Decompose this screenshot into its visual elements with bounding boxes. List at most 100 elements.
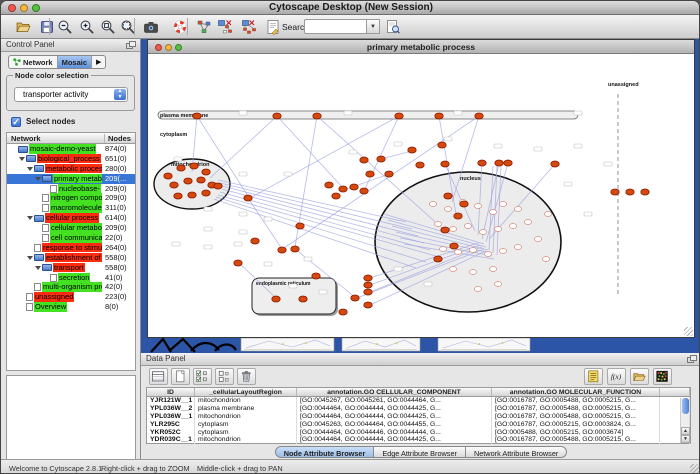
graph-edge[interactable] [381, 151, 412, 159]
graph-node[interactable] [291, 246, 299, 252]
graph-node[interactable] [551, 161, 559, 167]
expand-arrow-icon[interactable] [19, 157, 25, 161]
scrollbar-thumb[interactable] [682, 398, 689, 414]
advanced-search-button[interactable] [384, 17, 404, 37]
tree-row-multi-organism-pro[interactable]: multi-organism pro42(0) [7, 282, 135, 292]
graph-node[interactable] [278, 247, 286, 253]
table-scrollbar[interactable]: ▲ ▼ [680, 398, 689, 443]
graph-node[interactable] [364, 282, 372, 288]
graph-node-outlined[interactable] [479, 230, 486, 235]
graph-node-outlined[interactable] [444, 207, 451, 212]
graph-node-outlined[interactable] [474, 287, 481, 292]
attr-list-button[interactable] [584, 368, 603, 385]
tree-row-mosaic-demo-yeast[interactable]: mosaic-demo-yeast874(0) [7, 144, 135, 154]
select-nodes-checkbox[interactable] [11, 117, 21, 127]
zoom-out-button[interactable] [56, 17, 76, 37]
graph-edge[interactable] [317, 116, 442, 228]
window-resize-grip[interactable] [690, 464, 700, 474]
graph-node[interactable] [460, 201, 468, 207]
attr-new-button[interactable] [171, 368, 190, 385]
graph-node[interactable] [611, 189, 619, 195]
graph-node[interactable] [475, 113, 483, 119]
graph-node[interactable] [332, 193, 340, 199]
graph-node[interactable] [450, 243, 458, 249]
graph-node[interactable] [197, 177, 205, 183]
graph-node-outlined[interactable] [499, 249, 506, 254]
graph-node-outlined[interactable] [514, 207, 521, 212]
graph-node[interactable] [174, 193, 182, 199]
network-window-titlebar[interactable]: primary metabolic process [148, 40, 694, 54]
graph-edge[interactable] [364, 116, 399, 191]
tree-row-unassigned[interactable]: unassigned223(0) [7, 292, 135, 302]
attr-matrix-button[interactable] [653, 368, 672, 385]
graph-node-outlined[interactable] [454, 250, 461, 255]
tree-row-cellular-metabo[interactable]: cellular metabo209(0) [7, 223, 135, 233]
attribute-table[interactable]: ID_cellularLayoutRegionannotation.GO CEL… [146, 387, 691, 444]
column-header-id[interactable]: ID [147, 388, 195, 396]
column-header--cellularlayoutregion[interactable]: _cellularLayoutRegion [195, 388, 297, 396]
graph-node-outlined[interactable] [469, 248, 476, 253]
graph-node[interactable] [312, 273, 320, 279]
graph-node-outlined[interactable] [464, 224, 471, 229]
graph-node-outlined[interactable] [524, 220, 531, 225]
graph-node[interactable] [296, 223, 304, 229]
network-tree-header[interactable]: Network Nodes [7, 133, 135, 144]
graph-node-outlined[interactable] [509, 224, 516, 229]
zoom-selected-button[interactable] [119, 17, 139, 37]
network-view-window[interactable]: primary metabolic process plasma membran… [147, 39, 695, 338]
table-row-ylr295c[interactable]: YLR295Ccytoplasm[GO:0045263, GO:0044464,… [147, 421, 690, 429]
graph-node[interactable] [244, 195, 252, 201]
search-dropdown-button[interactable]: ▼ [367, 19, 380, 34]
graph-node-outlined[interactable] [542, 257, 549, 262]
float-panel-icon[interactable] [126, 41, 136, 50]
attribute-table-header[interactable]: ID_cellularLayoutRegionannotation.GO CEL… [147, 388, 690, 397]
scroll-up-icon[interactable]: ▲ [681, 427, 690, 435]
tab-node-attribute-browser[interactable]: Node Attribute Browser [275, 446, 375, 458]
graph-node[interactable] [339, 186, 347, 192]
graph-node-outlined[interactable] [494, 282, 501, 287]
graph-node[interactable] [360, 188, 368, 194]
expand-arrow-icon[interactable] [27, 256, 33, 260]
graph-node[interactable] [193, 113, 201, 119]
graph-node[interactable] [504, 160, 512, 166]
search-input[interactable] [304, 19, 367, 34]
attr-table-button[interactable] [149, 368, 168, 385]
graph-node-outlined[interactable] [429, 202, 436, 207]
graph-node-outlined[interactable] [449, 227, 456, 232]
column-header-annotation-go-molecular-function[interactable]: annotation.GO MOLECULAR_FUNCTION [492, 388, 660, 396]
graph-node-outlined[interactable] [489, 210, 496, 215]
node-color-dropdown[interactable]: transporter activity ▲▼ [14, 87, 128, 102]
modify-network-button[interactable] [216, 17, 236, 37]
graph-svg[interactable]: plasma membranecytoplasmmitochondrionnuc… [148, 54, 694, 337]
table-row-ypl036w__2[interactable]: YPL036W__2plasma membrane[GO:0044464, GO… [147, 405, 690, 413]
tree-row-nucleobase-[interactable]: nucleobase-209(0) [7, 184, 135, 194]
tab-overflow-button[interactable]: ▶ [92, 56, 105, 68]
graph-node-outlined[interactable] [534, 237, 541, 242]
graph-node[interactable] [478, 160, 486, 166]
tree-row-transport[interactable]: transport558(0) [7, 263, 135, 273]
graph-node[interactable] [641, 189, 649, 195]
open-file-button[interactable] [14, 17, 34, 37]
graph-node[interactable] [416, 162, 424, 168]
graph-node[interactable] [313, 113, 321, 119]
graph-node-outlined[interactable] [499, 202, 506, 207]
network-canvas[interactable]: plasma membranecytoplasmmitochondrionnuc… [148, 54, 694, 337]
graph-node[interactable] [350, 184, 358, 190]
annotation-button[interactable] [264, 17, 284, 37]
tab-network-attribute-browser[interactable]: Network Attribute Browser [466, 446, 567, 458]
graph-node-outlined[interactable] [514, 245, 521, 250]
graph-node[interactable] [435, 113, 443, 119]
graph-node[interactable] [377, 156, 385, 162]
graph-node-outlined[interactable] [544, 212, 551, 217]
graph-node[interactable] [214, 183, 222, 189]
graph-node[interactable] [395, 113, 403, 119]
graph-node[interactable] [364, 289, 372, 295]
graph-node-outlined[interactable] [489, 267, 496, 272]
tree-row-cellular-process[interactable]: cellular process614(0) [7, 213, 135, 223]
graph-node[interactable] [188, 192, 196, 198]
graph-node[interactable] [202, 190, 210, 196]
table-row-yjr121w__1[interactable]: YJR121W__1mitochondrion[GO:0045267, GO:0… [147, 397, 690, 405]
expand-arrow-icon[interactable] [27, 216, 33, 220]
window-titlebar[interactable]: Cytoscape Desktop (New Session) [1, 1, 700, 15]
graph-node[interactable] [444, 193, 452, 199]
